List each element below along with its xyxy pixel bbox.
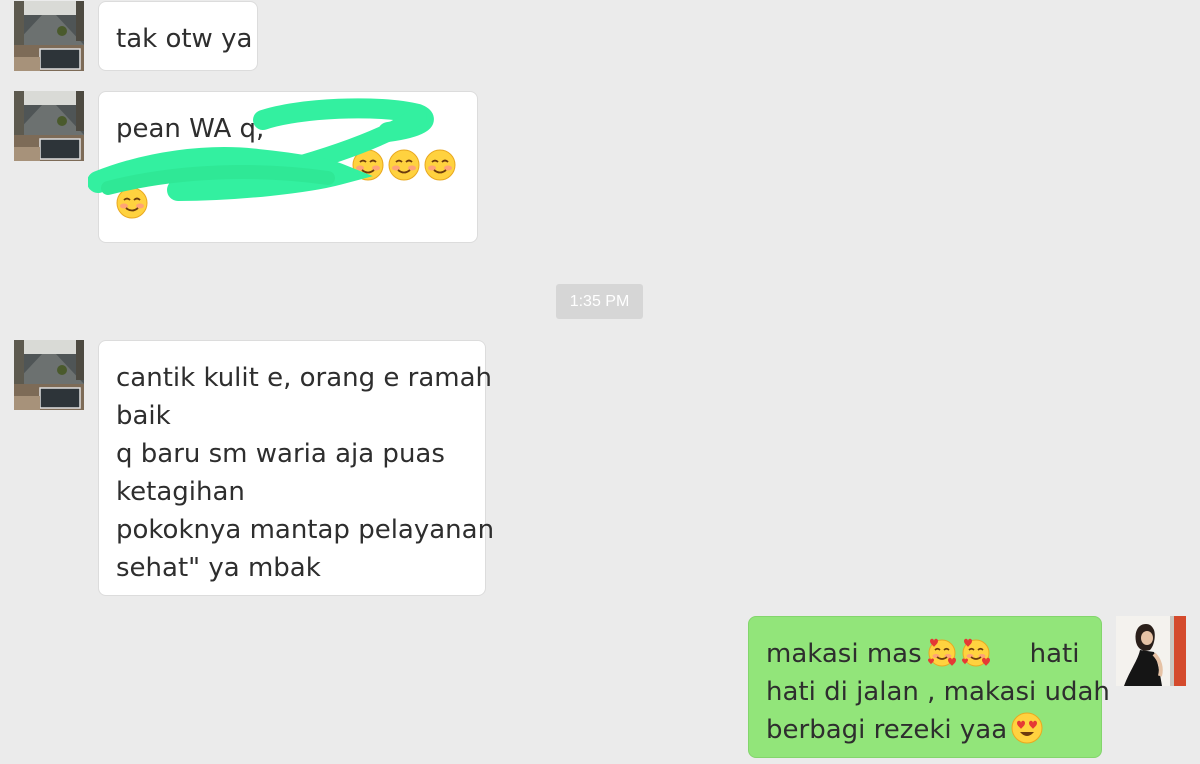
message-text: cantik kulit e, orang e ramah <box>116 363 493 393</box>
message-text: berbagi rezeki yaa <box>766 715 1008 745</box>
road-photo-icon <box>14 340 84 410</box>
sender-avatar[interactable] <box>14 91 84 161</box>
message-line: berbagi rezeki yaa <box>766 711 1085 749</box>
timestamp-chip: 1:35 PM <box>556 284 643 319</box>
message-line: makasi mas hati <box>766 635 1085 673</box>
emoji-row <box>116 148 461 186</box>
profile-photo-icon <box>1116 616 1186 686</box>
sender-avatar[interactable] <box>14 340 84 410</box>
message-text: pean WA q, <box>116 114 265 144</box>
message-bubble-outgoing[interactable]: makasi mas hati hati di jalan , makasi u… <box>748 616 1110 758</box>
message-text: pokoknya mantap pelayanan <box>116 515 495 545</box>
message-text: ketagihan <box>116 477 245 507</box>
message-text: makasi mas <box>766 639 922 669</box>
smiling-blush-emoji-icon <box>352 149 384 181</box>
road-photo-icon <box>14 91 84 161</box>
my-avatar[interactable] <box>1116 616 1186 686</box>
smiling-hearts-emoji-icon <box>926 636 958 668</box>
smiling-hearts-emoji-icon <box>960 636 992 668</box>
message-bubble-incoming[interactable]: cantik kulit e, orang e ramah baik q bar… <box>98 340 495 596</box>
message-text: sehat" ya mbak <box>116 553 321 583</box>
message-bubble-incoming[interactable]: pean WA q, <box>98 91 478 243</box>
smiling-blush-emoji-icon <box>424 149 456 181</box>
emoji-row <box>116 186 461 224</box>
message-text: q baru sm waria aja puas <box>116 439 445 469</box>
message-text: tak otw ya <box>116 24 253 54</box>
road-photo-icon <box>14 1 84 71</box>
sender-avatar[interactable] <box>14 1 84 71</box>
message-bubble-incoming[interactable]: tak otw ya <box>98 1 258 71</box>
message-text: baik <box>116 401 171 431</box>
smiling-blush-emoji-icon <box>388 149 420 181</box>
message-text: hati di jalan , makasi udah <box>766 677 1110 707</box>
heart-eyes-emoji-icon <box>1011 712 1043 744</box>
smiling-blush-emoji-icon <box>116 187 148 219</box>
message-text: hati <box>1029 639 1080 669</box>
